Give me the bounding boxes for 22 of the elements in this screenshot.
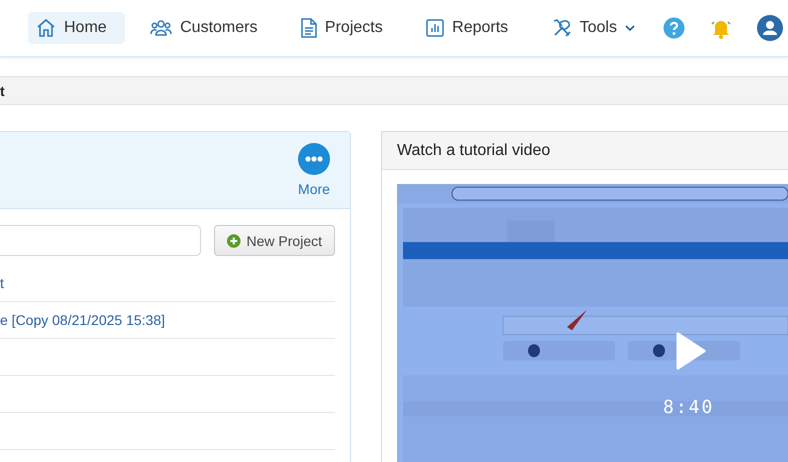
nav-tab[interactable]: Home bbox=[28, 12, 125, 44]
help-icon[interactable] bbox=[663, 17, 685, 39]
search-field[interactable] bbox=[0, 225, 201, 256]
more-button[interactable]: More bbox=[298, 143, 330, 197]
project-link[interactable]: t bbox=[0, 275, 4, 291]
panel-title: Watch a tutorial video bbox=[397, 142, 550, 160]
chart-icon bbox=[426, 19, 444, 37]
nav-tab[interactable]: Tools bbox=[544, 12, 653, 44]
document-icon bbox=[300, 18, 317, 38]
new-project-button[interactable]: New Project bbox=[214, 225, 335, 256]
house-icon bbox=[36, 18, 56, 38]
play-icon[interactable] bbox=[676, 332, 706, 370]
more-icon bbox=[298, 143, 330, 175]
user-avatar-icon[interactable] bbox=[757, 15, 783, 41]
tools-icon bbox=[552, 18, 572, 38]
project-link[interactable]: e [Copy 08/21/2025 15:38] bbox=[0, 312, 166, 328]
nav-tab[interactable]: Reports bbox=[418, 12, 526, 44]
nav-tab[interactable]: Customers bbox=[142, 12, 276, 44]
nav-tab[interactable]: Projects bbox=[292, 12, 401, 44]
breadcrumb-text: t bbox=[0, 82, 5, 98]
video-duration: 8:40 bbox=[663, 397, 714, 418]
people-icon bbox=[150, 19, 172, 37]
